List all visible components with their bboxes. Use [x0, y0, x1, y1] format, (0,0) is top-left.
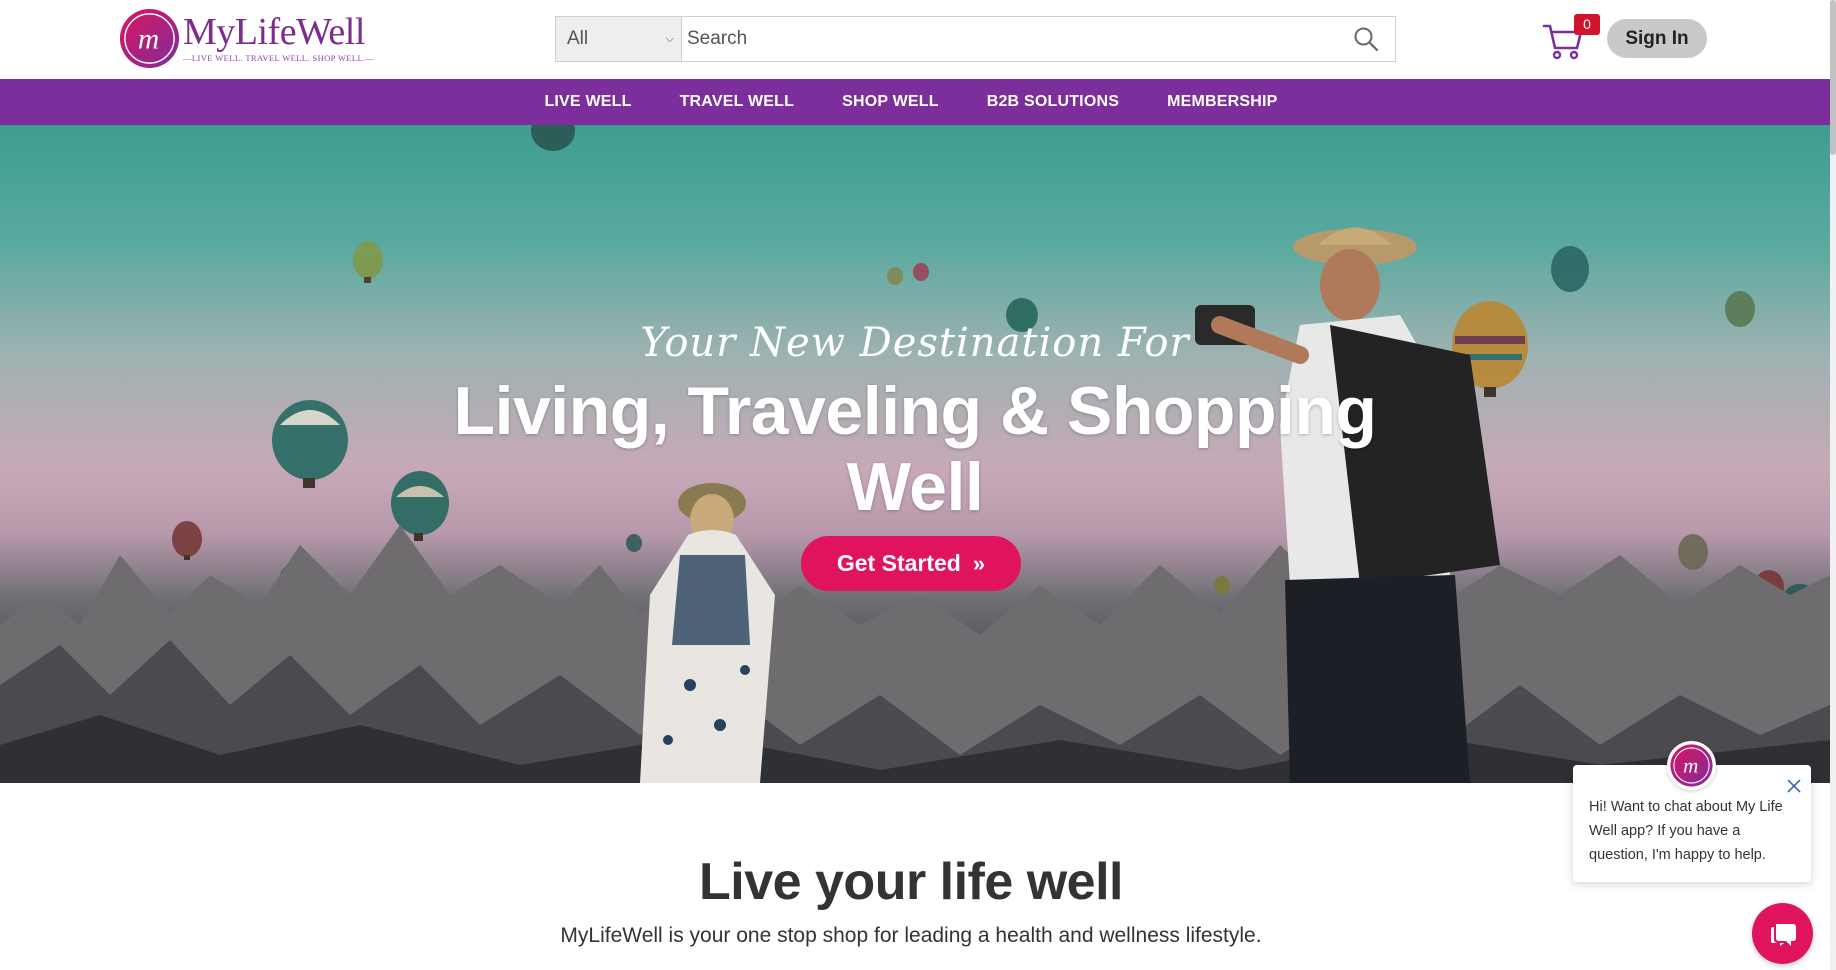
- search-bar: All ⌵: [555, 16, 1396, 62]
- chat-close-button[interactable]: [1785, 777, 1803, 795]
- chat-avatar: m: [1667, 741, 1716, 790]
- logo-tagline: —LIVE WELL. TRAVEL WELL. SHOP WELL.—: [183, 53, 375, 63]
- sign-in-button[interactable]: Sign In: [1607, 19, 1707, 58]
- hero-title-line-2: Well: [846, 449, 984, 525]
- search-category-value: All: [567, 28, 589, 49]
- woman-figure: [640, 483, 775, 783]
- chevron-down-icon: ⌵: [665, 32, 674, 45]
- nav-item-live-well[interactable]: LIVE WELL: [544, 93, 631, 111]
- hero-banner: Your New Destination For Living, Traveli…: [0, 125, 1830, 783]
- nav-item-b2b-solutions[interactable]: B2B SOLUTIONS: [987, 93, 1119, 111]
- site-logo[interactable]: m MyLifeWell —LIVE WELL. TRAVEL WELL. SH…: [118, 6, 374, 70]
- chat-icon: [1770, 923, 1796, 946]
- search-button[interactable]: [1337, 17, 1395, 61]
- main-nav: LIVE WELL TRAVEL WELL SHOP WELL B2B SOLU…: [0, 79, 1830, 125]
- search-input[interactable]: [682, 17, 1337, 61]
- logo-mark-icon: m: [119, 8, 180, 68]
- hero-title: Living, Traveling & Shopping Well: [0, 373, 1830, 525]
- site-header: m MyLifeWell —LIVE WELL. TRAVEL WELL. SH…: [0, 0, 1830, 79]
- svg-text:m: m: [1683, 754, 1698, 778]
- search-category-select[interactable]: All ⌵: [556, 17, 682, 61]
- chat-message: Hi! Want to chat about My Life Well app?…: [1589, 799, 1783, 863]
- cart-count-badge: 0: [1574, 14, 1600, 35]
- hero-title-line-1: Living, Traveling & Shopping: [453, 373, 1377, 449]
- get-started-label: Get Started: [836, 550, 961, 576]
- page-scrollbar-thumb[interactable]: [1830, 0, 1836, 155]
- logo-name: MyLifeWell: [183, 11, 365, 53]
- nav-item-travel-well[interactable]: TRAVEL WELL: [680, 93, 795, 111]
- chat-avatar-logo-icon: m: [1670, 744, 1713, 787]
- intro-text: MyLifeWell is your one stop shop for lea…: [560, 924, 1262, 947]
- intro-heading: Live your life well: [699, 853, 1123, 911]
- close-icon: [1787, 779, 1801, 793]
- double-chevron-right-icon: »: [972, 550, 986, 576]
- hero-subtitle: Your New Destination For: [640, 320, 1190, 366]
- cart-button[interactable]: 0: [1541, 14, 1601, 60]
- get-started-button[interactable]: Get Started »: [801, 536, 1021, 591]
- nav-item-membership[interactable]: MEMBERSHIP: [1167, 93, 1277, 111]
- nav-item-shop-well[interactable]: SHOP WELL: [842, 93, 939, 111]
- svg-text:m: m: [138, 23, 159, 55]
- search-icon: [1354, 27, 1379, 52]
- chat-launcher-button[interactable]: [1752, 903, 1813, 964]
